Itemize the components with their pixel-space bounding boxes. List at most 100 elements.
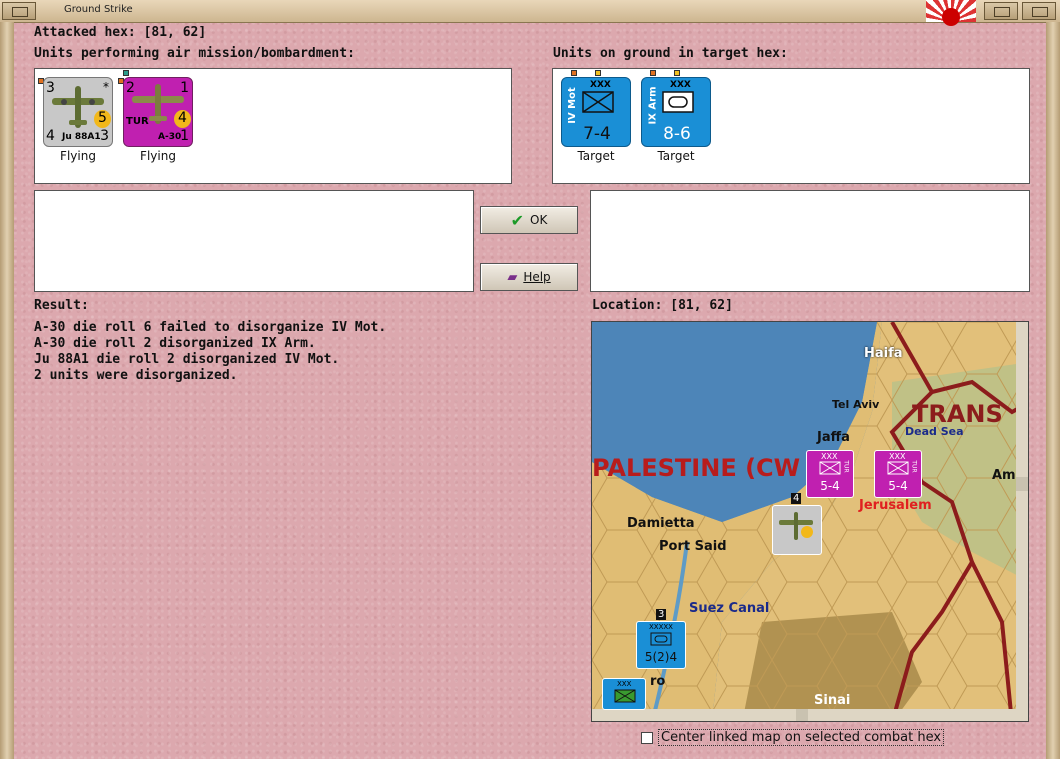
result-line: A-30 die roll 6 failed to disorganize IV… [34,320,387,335]
unit-strength: 4 [174,110,191,128]
unit-value: 3 [46,80,55,96]
unit-values: 5(2)4 [644,650,678,664]
result-line: 2 units were disorganized. [34,368,238,383]
unit-size: XXX [821,452,838,461]
map-unit[interactable]: XXX TUR 5-4 [806,450,854,498]
help-book-icon: ▰ [507,269,518,285]
infantry-icon [819,461,841,475]
bomber-icon [779,512,813,540]
unit-size: XXX [889,452,906,461]
help-button-label: Help [523,270,551,284]
map-air-unit[interactable] [772,505,822,555]
map-unit[interactable]: XXX [602,678,646,710]
unit-value: 2 [126,80,135,96]
infantry-icon [614,689,636,703]
restore-button[interactable] [984,2,1018,20]
unit-name: IX Arm [647,86,659,125]
unit-nation: TUR [910,460,918,473]
unit-status: Target [577,149,615,163]
attacked-hex-label: Attacked hex: [34,25,136,40]
air-unit-a30[interactable]: 2 1 TUR 4 A-30 1 [123,77,193,147]
unit-pip [650,70,656,76]
map-label-transjordan: TRANS [912,400,1003,428]
ground-units-label: Units on ground in target hex: [553,46,788,61]
unit-values: 5-4 [888,479,908,493]
map-label-cairo: ro [650,674,666,689]
unit-name: IV Mot [566,87,578,124]
map-label-damietta: Damietta [627,516,695,531]
unit-value: 4 [46,128,55,144]
location: Location: [81, 62] [592,298,733,313]
air-units-label: Units performing air mission/bombardment… [34,46,355,61]
map-label-jerusalem: Jerusalem [859,498,932,513]
unit-value: 3 [100,128,109,144]
stack-count: 4 [791,493,802,504]
unit-size: XXX [670,80,691,90]
hq-icon [650,632,672,646]
center-map-option[interactable]: Center linked map on selected combat hex [641,729,945,746]
result-line: Ju 88A1 die roll 2 disorganized IV Mot. [34,352,340,367]
close-button[interactable] [1022,2,1056,20]
defender-details-box [590,190,1030,292]
unit-strength: 5 [94,110,111,128]
ground-units-box: IV Mot XXX 7-4 Target IX Arm XXX 8-6 Tar… [552,68,1030,184]
unit-name: Ju 88A1 [62,132,101,142]
system-menu-button[interactable] [2,2,36,20]
unit-status: Flying [60,149,96,163]
unit-pip [674,70,680,76]
infantry-icon [887,461,909,475]
unit-values: 8-6 [663,124,691,144]
center-map-checkbox-label[interactable]: Center linked map on selected combat hex [658,729,945,746]
ok-button[interactable]: ✔ OK [480,206,578,234]
checkmark-icon: ✔ [510,210,525,230]
map-label-palestine: PALESTINE (CW [592,454,801,482]
map-label-amman: Am [992,468,1016,483]
map-label-port-said: Port Said [659,539,727,554]
center-map-checkbox[interactable] [641,731,653,744]
map-label-haifa: Haifa [864,346,903,361]
ground-unit-iv-mot[interactable]: IV Mot XXX 7-4 [561,77,631,147]
ground-unit-ix-arm[interactable]: IX Arm XXX 8-6 [641,77,711,147]
air-units-box: 3 * 5 4 Ju 88A1 3 Flying 2 1 TUR 4 A-30 … [34,68,512,184]
unit-size: XXX [617,680,632,688]
map-unit[interactable]: XXX TUR 5-4 [874,450,922,498]
map-label-suez-canal: Suez Canal [689,601,770,616]
armor-icon [662,91,694,113]
japan-flag-icon [926,0,976,26]
motorized-infantry-icon [582,91,614,113]
unit-nation: TUR [126,116,149,127]
unit-pip [571,70,577,76]
unit-pip [595,70,601,76]
unit-value: 1 [180,80,189,96]
help-button[interactable]: ▰ Help [480,263,578,291]
location-value: [81, 62] [670,298,733,313]
unit-values: 7-4 [583,124,611,144]
result-line: A-30 die roll 2 disorganized IX Arm. [34,336,316,351]
unit-values: 5-4 [820,479,840,493]
unit-value: 1 [180,128,189,144]
attacked-hex: Attacked hex: [81, 62] [34,25,206,40]
unit-nation: TUR [842,460,850,473]
attacker-details-box [34,190,474,292]
ok-button-label: OK [530,213,548,227]
map-label-sinai: Sinai [814,693,851,708]
map-label-jaffa: Jaffa [817,430,850,445]
unit-star: * [103,80,109,94]
unit-name: A-30 [158,132,182,142]
location-label: Location: [592,298,663,313]
window-frame-right [1046,22,1060,759]
result-label: Result: [34,298,89,313]
title-bar: Ground Strike [0,0,1060,26]
window-frame-left [0,22,14,759]
unit-status: Target [657,149,695,163]
mini-map[interactable]: Haifa Tel Aviv Jaffa Dead Sea TRANS Am P… [591,321,1029,722]
window-title: Ground Strike [64,4,133,15]
unit-pip [123,70,129,76]
stack-count: 3 [656,609,667,620]
map-unit[interactable]: XXXXX 5(2)4 [636,621,686,669]
map-label-tel-aviv: Tel Aviv [832,398,880,411]
attacked-hex-value: [81, 62] [143,25,207,40]
unit-size: XXX [590,80,611,90]
air-unit-ju88a1[interactable]: 3 * 5 4 Ju 88A1 3 [43,77,113,147]
unit-status: Flying [140,149,176,163]
